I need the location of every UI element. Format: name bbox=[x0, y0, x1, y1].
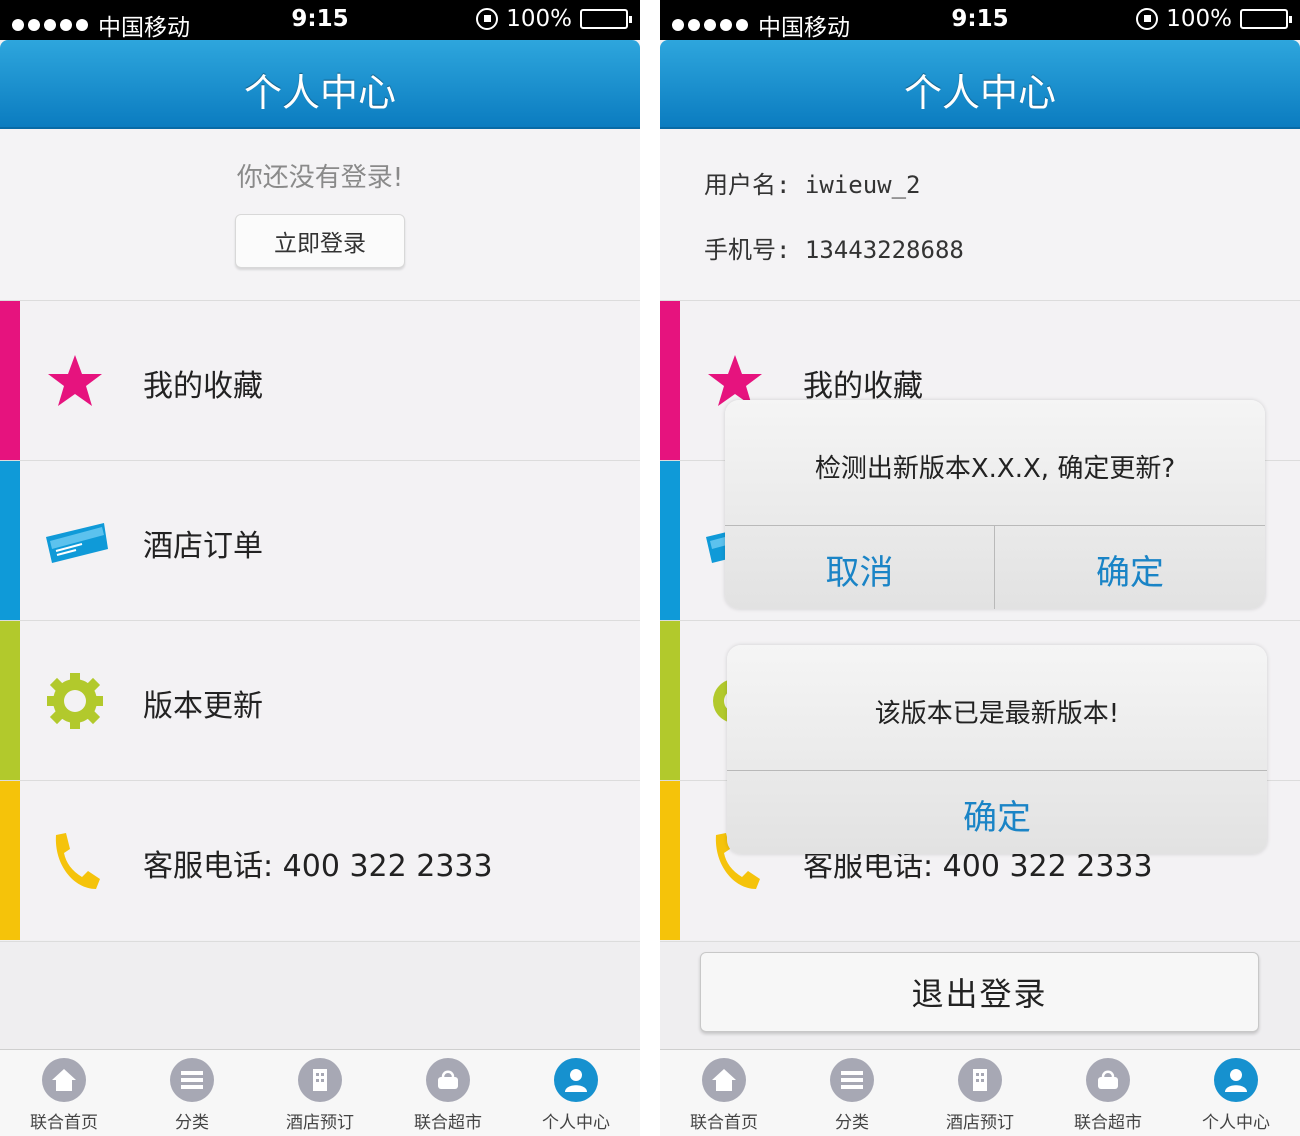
logout-button[interactable]: 退出登录 bbox=[700, 952, 1259, 1032]
color-bar bbox=[660, 301, 680, 460]
phone-number: 手机号: 13443228688 bbox=[704, 236, 964, 264]
color-bar bbox=[660, 461, 680, 620]
color-bar bbox=[0, 621, 20, 780]
battery-icon bbox=[580, 9, 632, 29]
update-confirm-dialog: 检测出新版本X.X.X, 确定更新? 取消 确定 bbox=[725, 400, 1265, 609]
star-icon bbox=[42, 351, 108, 411]
dialog-message: 该版本已是最新版本! bbox=[874, 699, 1120, 729]
tab-label: 联合首页 bbox=[690, 1113, 758, 1133]
not-logged-in-message: 你还没有登录! bbox=[236, 163, 404, 193]
ticket-icon bbox=[42, 511, 108, 571]
list-icon bbox=[170, 1058, 214, 1102]
tab-category[interactable]: 分类 bbox=[788, 1050, 916, 1136]
menu-item-label: 版本更新 bbox=[143, 689, 263, 724]
color-bar bbox=[0, 301, 20, 460]
menu-item-label: 我的收藏 bbox=[143, 369, 263, 404]
latest-version-dialog: 该版本已是最新版本! 确定 bbox=[727, 645, 1267, 854]
tab-label: 酒店预订 bbox=[946, 1113, 1014, 1133]
menu-item-customer-service[interactable]: 客服电话: 400 322 2333 bbox=[0, 780, 640, 940]
divider bbox=[725, 525, 1265, 526]
phone-screen-logged-in: 中国移动 9:15 100% 个人中心 用户名: iwieuw_2 手机号: 1… bbox=[660, 0, 1300, 1136]
page-title: 个人中心 bbox=[903, 71, 1056, 115]
confirm-button[interactable]: 确定 bbox=[995, 545, 1265, 594]
tab-home[interactable]: 联合首页 bbox=[660, 1050, 788, 1136]
status-bar: 中国移动 9:15 100% bbox=[0, 0, 640, 41]
list-icon bbox=[830, 1058, 874, 1102]
navigation-bar: 个人中心 bbox=[0, 40, 640, 129]
menu-list: 我的收藏 酒店订单 版本更新 客服电话: 400 322 2333 bbox=[0, 300, 640, 940]
navigation-bar: 个人中心 bbox=[660, 40, 1300, 129]
user-info: 用户名: iwieuw_2 手机号: 13443228688 bbox=[660, 129, 1300, 301]
basket-icon bbox=[426, 1058, 470, 1102]
tab-profile[interactable]: 个人中心 bbox=[512, 1050, 640, 1136]
tab-category[interactable]: 分类 bbox=[128, 1050, 256, 1136]
basket-icon bbox=[1086, 1058, 1130, 1102]
login-prompt: 你还没有登录! 立即登录 bbox=[0, 129, 640, 301]
color-bar bbox=[0, 461, 20, 620]
divider bbox=[727, 770, 1267, 771]
building-icon bbox=[958, 1058, 1002, 1102]
dialog-message: 检测出新版本X.X.X, 确定更新? bbox=[814, 454, 1176, 484]
tab-label: 分类 bbox=[175, 1113, 209, 1133]
tab-hotel-booking[interactable]: 酒店预订 bbox=[916, 1050, 1044, 1136]
battery-percent: 100% bbox=[1166, 6, 1232, 32]
battery-icon bbox=[1240, 9, 1292, 29]
tab-label: 联合首页 bbox=[30, 1113, 98, 1133]
tab-bar: 联合首页 分类 酒店预订 联合超市 个人中心 bbox=[0, 1049, 640, 1136]
color-bar bbox=[660, 781, 680, 940]
tab-label: 联合超市 bbox=[414, 1113, 482, 1133]
cancel-button[interactable]: 取消 bbox=[725, 545, 994, 594]
status-bar: 中国移动 9:15 100% bbox=[660, 0, 1300, 41]
menu-item-favorites[interactable]: 我的收藏 bbox=[0, 300, 640, 460]
color-bar bbox=[0, 781, 20, 940]
rotation-lock-icon bbox=[476, 8, 499, 30]
home-icon bbox=[702, 1058, 746, 1102]
building-icon bbox=[298, 1058, 342, 1102]
empty-area bbox=[0, 941, 640, 1049]
tab-label: 个人中心 bbox=[1202, 1113, 1270, 1133]
person-icon bbox=[554, 1058, 598, 1102]
phone-icon bbox=[42, 831, 108, 891]
username: 用户名: iwieuw_2 bbox=[704, 171, 921, 199]
color-bar bbox=[660, 621, 680, 780]
tab-label: 联合超市 bbox=[1074, 1113, 1142, 1133]
confirm-button[interactable]: 确定 bbox=[727, 790, 1267, 839]
tab-bar: 联合首页 分类 酒店预订 联合超市 个人中心 bbox=[660, 1049, 1300, 1136]
gear-icon bbox=[42, 671, 108, 731]
phone-screen-logged-out: 中国移动 9:15 100% 个人中心 你还没有登录! 立即登录 我的收藏 酒店… bbox=[0, 0, 640, 1136]
rotation-lock-icon bbox=[1136, 8, 1159, 30]
battery-percent: 100% bbox=[506, 6, 572, 32]
tab-hotel-booking[interactable]: 酒店预订 bbox=[256, 1050, 384, 1136]
tab-label: 酒店预订 bbox=[286, 1113, 354, 1133]
tab-label: 分类 bbox=[835, 1113, 869, 1133]
tab-supermarket[interactable]: 联合超市 bbox=[384, 1050, 512, 1136]
menu-item-version-update[interactable]: 版本更新 bbox=[0, 620, 640, 780]
menu-item-label: 我的收藏 bbox=[803, 369, 923, 404]
home-icon bbox=[42, 1058, 86, 1102]
login-button[interactable]: 立即登录 bbox=[235, 214, 405, 268]
tab-supermarket[interactable]: 联合超市 bbox=[1044, 1050, 1172, 1136]
tab-home[interactable]: 联合首页 bbox=[0, 1050, 128, 1136]
tab-label: 个人中心 bbox=[542, 1113, 610, 1133]
menu-item-label: 客服电话: 400 322 2333 bbox=[143, 849, 493, 884]
person-icon bbox=[1214, 1058, 1258, 1102]
tab-profile[interactable]: 个人中心 bbox=[1172, 1050, 1300, 1136]
menu-item-label: 酒店订单 bbox=[143, 529, 263, 564]
page-title: 个人中心 bbox=[243, 71, 396, 115]
menu-item-hotel-orders[interactable]: 酒店订单 bbox=[0, 460, 640, 620]
